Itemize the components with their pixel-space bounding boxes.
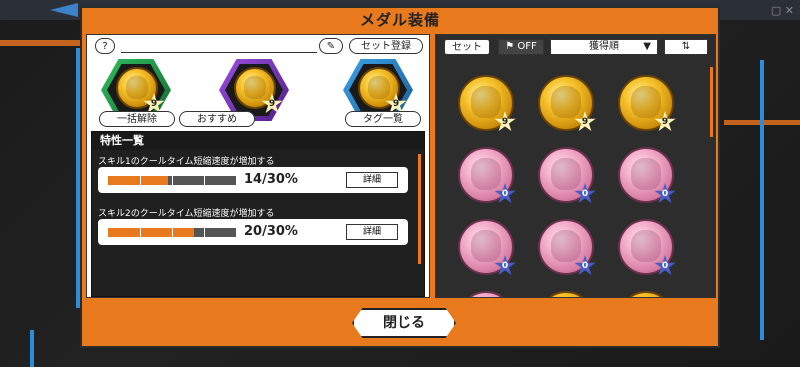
- close-button[interactable]: 閉じる: [352, 308, 456, 338]
- recommend-button[interactable]: おすすめ: [179, 111, 255, 127]
- medal-item[interactable]: 9: [454, 71, 524, 141]
- trait-label: スキル2のクールタイム短縮速度が増加する: [98, 209, 275, 219]
- trait-value: 14/30%: [244, 172, 298, 187]
- trait-value: 20/30%: [244, 224, 298, 239]
- bg-accent: [760, 60, 764, 340]
- medal-list-panel: セット ⚑ OFF 獲得順 ▼ ⇅ 999000000: [435, 34, 716, 298]
- traits-scrollbar[interactable]: [418, 154, 421, 264]
- filter-icon: ⚑: [505, 41, 515, 52]
- filter-toggle[interactable]: ⚑ OFF: [498, 39, 544, 55]
- edit-pencil-icon[interactable]: ✎: [319, 38, 343, 54]
- medal-item[interactable]: 9: [534, 71, 604, 141]
- trait-row: スキル1のクールタイム短縮速度が増加する 14/30% 詳細: [98, 154, 416, 196]
- unequip-all-button[interactable]: 一括解除: [99, 111, 175, 127]
- sort-select[interactable]: 獲得順 ▼: [550, 39, 658, 55]
- traits-title: 特性一覧: [92, 132, 424, 150]
- medal-item[interactable]: [454, 287, 524, 297]
- trait-label: スキル1のクールタイム短縮速度が増加する: [98, 157, 275, 167]
- set-name-field[interactable]: [121, 40, 317, 53]
- trait-progress-bar: [108, 176, 236, 185]
- medal-item[interactable]: [614, 287, 684, 297]
- detail-button[interactable]: 詳細: [346, 172, 398, 188]
- dialog-title: メダル装備: [359, 11, 440, 29]
- sort-order-icon[interactable]: ⇅: [664, 39, 708, 55]
- trait-progress-bar: [108, 228, 236, 237]
- help-button[interactable]: ?: [95, 38, 115, 54]
- medal-item[interactable]: 0: [614, 215, 684, 285]
- tag-list-button[interactable]: タグ一覧: [345, 111, 421, 127]
- set-register-button[interactable]: セット登録: [349, 38, 423, 54]
- chevron-down-icon: ▼: [643, 41, 651, 52]
- medal-icon: [458, 291, 514, 297]
- set-button[interactable]: セット: [444, 39, 490, 55]
- medal-icon: [538, 291, 594, 297]
- back-arrow-icon[interactable]: [50, 3, 78, 17]
- trait-row: スキル2のクールタイム短縮速度が増加する 20/30% 詳細: [98, 206, 416, 248]
- window-controls-icon[interactable]: ▢ ✕: [771, 4, 794, 17]
- medal-item[interactable]: 9: [614, 71, 684, 141]
- traits-panel: 特性一覧 スキル1のクールタイム短縮速度が増加する 14/30% 詳細 スキル2…: [91, 131, 425, 297]
- medal-item[interactable]: 0: [614, 143, 684, 213]
- medal-equip-dialog: メダル装備 ? ✎ セット登録 9 9 9 一括解除 おすすめ タグ一覧 特性一…: [76, 6, 720, 348]
- medal-list-scrollbar[interactable]: [710, 67, 713, 137]
- medal-item[interactable]: 0: [534, 215, 604, 285]
- medal-item[interactable]: 0: [454, 143, 524, 213]
- detail-button[interactable]: 詳細: [346, 224, 398, 240]
- bg-stripe: [0, 40, 80, 46]
- medal-item[interactable]: 0: [534, 143, 604, 213]
- medal-item[interactable]: [534, 287, 604, 297]
- medal-icon: [618, 291, 674, 297]
- bg-accent: [30, 330, 34, 367]
- equip-panel: ? ✎ セット登録 9 9 9 一括解除 おすすめ タグ一覧 特性一覧 スキル1…: [86, 34, 430, 298]
- medal-item[interactable]: 0: [454, 215, 524, 285]
